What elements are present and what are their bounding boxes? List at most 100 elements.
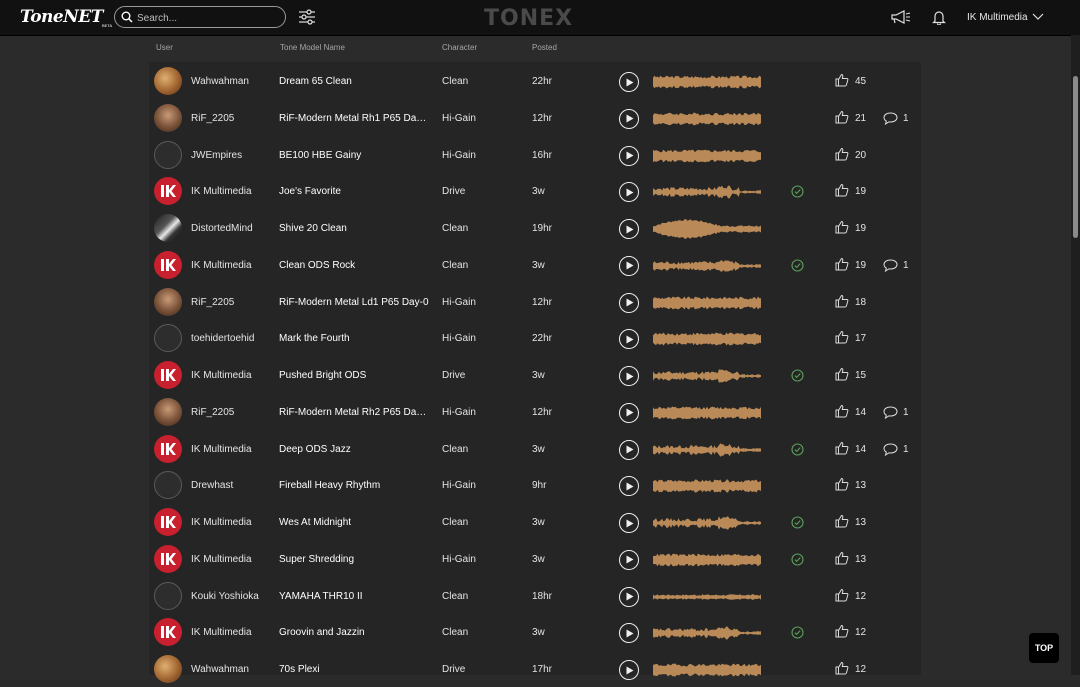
thumbs-up-icon[interactable] [835,73,849,87]
waveform[interactable] [653,255,765,277]
avatar[interactable] [154,67,182,95]
play-button[interactable] [619,402,639,423]
tone-model-name[interactable]: Pushed Bright ODS [279,370,429,381]
avatar[interactable] [154,397,182,426]
avatar[interactable] [154,287,182,316]
thumbs-up-icon[interactable] [835,110,849,124]
tone-model-name[interactable]: 70s Plexi [279,664,429,675]
bell-icon[interactable] [932,10,946,25]
table-row[interactable]: IK Multimedia Groovin and Jazzin Clean 3w 12 [149,614,921,650]
waveform[interactable] [653,549,765,571]
waveform[interactable] [653,181,765,203]
table-row[interactable]: Kouki Yoshioka YAMAHA THR10 II Clean 18hr 12 [149,578,921,614]
avatar[interactable] [154,324,182,353]
waveform[interactable] [653,439,765,461]
play-button[interactable] [619,549,639,570]
search-input[interactable] [135,9,284,27]
thumbs-up-icon[interactable] [835,257,849,271]
waveform[interactable] [653,586,765,608]
user-link[interactable]: IK Multimedia [191,627,252,638]
tone-model-name[interactable]: RiF-Modern Metal Rh2 P65 Day-0 [279,407,429,418]
tone-model-name[interactable]: Mark the Fourth [279,333,429,344]
waveform[interactable] [653,659,765,681]
waveform[interactable] [653,218,765,240]
thumbs-up-icon[interactable] [835,551,849,565]
play-button[interactable] [619,72,639,92]
play-button[interactable] [619,145,639,166]
tonenet-logo[interactable]: ToneNET BETA [20,7,112,29]
avatar[interactable] [154,214,182,242]
play-button[interactable] [619,476,639,497]
tone-model-name[interactable]: Shive 20 Clean [279,223,429,234]
play-button[interactable] [619,439,639,460]
waveform[interactable] [653,402,765,424]
table-row[interactable]: RiF_2205 RiF-Modern Metal Rh2 P65 Day-0 Hi… [149,394,921,430]
thumbs-up-icon[interactable] [835,404,849,418]
play-button[interactable] [619,108,639,129]
user-link[interactable]: DistortedMind [191,223,253,234]
thumbs-up-icon[interactable] [835,330,849,344]
user-link[interactable]: RiF_2205 [191,407,234,418]
thumbs-up-icon[interactable] [835,367,849,381]
table-row[interactable]: DistortedMind Shive 20 Clean Clean 19hr 19 [149,210,921,246]
scrollbar-thumb[interactable] [1073,76,1078,238]
tone-model-name[interactable]: Groovin and Jazzin [279,627,429,638]
table-row[interactable]: JWEmpires BE100 HBE Gainy Hi-Gain 16hr 20 [149,137,921,173]
sliders-icon[interactable] [298,9,316,25]
tone-model-name[interactable]: RiF-Modern Metal Ld1 P65 Day-0 [279,297,429,308]
thumbs-up-icon[interactable] [835,441,849,455]
thumbs-up-icon[interactable] [835,183,849,197]
play-button[interactable] [619,623,639,644]
thumbs-up-icon[interactable] [835,514,849,528]
thumbs-up-icon[interactable] [835,624,849,638]
play-button[interactable] [619,219,639,239]
tone-model-name[interactable]: Deep ODS Jazz [279,444,429,455]
tone-model-name[interactable]: Super Shredding [279,554,429,565]
user-link[interactable]: JWEmpires [191,150,242,161]
avatar[interactable] [154,618,182,647]
table-row[interactable]: toehidertoehid Mark the Fourth Hi-Gain 22hr… [149,320,921,356]
thumbs-up-icon[interactable] [835,477,849,491]
column-character[interactable]: Character [442,43,477,52]
column-tone-model-name[interactable]: Tone Model Name [280,43,345,52]
avatar[interactable] [154,361,182,389]
user-menu[interactable]: IK Multimedia [967,12,1044,23]
tone-model-name[interactable]: Wes At Midnight [279,517,429,528]
avatar[interactable] [154,140,182,169]
comment-icon[interactable] [883,259,898,272]
play-button[interactable] [619,660,639,680]
waveform[interactable] [653,622,765,644]
table-row[interactable]: RiF_2205 RiF-Modern Metal Rh1 P65 Day-0 Hi… [149,100,921,136]
search-box[interactable] [114,6,286,28]
user-link[interactable]: Wahwahman [191,664,249,675]
avatar[interactable] [154,434,182,463]
table-row[interactable]: IK Multimedia Joe's Favorite Drive 3w 19 [149,173,921,209]
user-link[interactable]: IK Multimedia [191,260,252,271]
play-button[interactable] [619,292,639,313]
tone-model-name[interactable]: RiF-Modern Metal Rh1 P65 Day-0 [279,113,429,124]
tone-model-name[interactable]: YAMAHA THR10 II [279,591,429,602]
table-row[interactable]: IK Multimedia Wes At Midnight Clean 3w 13 [149,504,921,540]
avatar[interactable] [154,177,182,206]
table-row[interactable]: IK Multimedia Deep ODS Jazz Clean 3w 14 1 [149,431,921,467]
tone-model-name[interactable]: Dream 65 Clean [279,76,429,87]
play-button[interactable] [619,182,639,203]
thumbs-up-icon[interactable] [835,588,849,602]
user-link[interactable]: RiF_2205 [191,113,234,124]
avatar[interactable] [154,471,182,500]
play-button[interactable] [619,329,639,350]
waveform[interactable] [653,145,765,167]
user-link[interactable]: Drewhast [191,480,233,491]
comment-icon[interactable] [883,112,898,125]
column-user[interactable]: User [156,43,173,52]
waveform[interactable] [653,71,765,93]
tone-model-name[interactable]: BE100 HBE Gainy [279,150,429,161]
table-row[interactable]: Drewhast Fireball Heavy Rhythm Hi-Gain 9hr 1… [149,467,921,503]
user-link[interactable]: Wahwahman [191,76,249,87]
table-row[interactable]: RiF_2205 RiF-Modern Metal Ld1 P65 Day-0 Hi… [149,284,921,320]
table-row[interactable]: IK Multimedia Clean ODS Rock Clean 3w 19 1 [149,247,921,283]
comment-icon[interactable] [883,406,898,419]
thumbs-up-icon[interactable] [835,147,849,161]
play-button[interactable] [619,513,639,533]
user-link[interactable]: IK Multimedia [191,444,252,455]
